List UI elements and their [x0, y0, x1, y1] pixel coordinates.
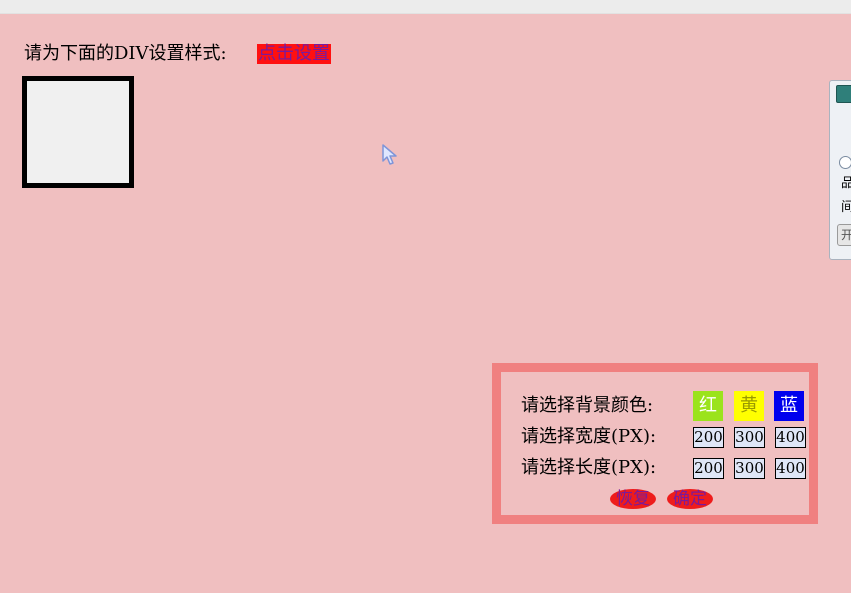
color-yellow-button[interactable]: 黄 [734, 391, 764, 421]
color-blue-button[interactable]: 蓝 [774, 391, 804, 421]
color-red-button[interactable]: 红 [693, 391, 723, 421]
length-400-button[interactable]: 400 [775, 458, 806, 479]
widget-text-2: 间 [841, 200, 851, 215]
length-300-button[interactable]: 300 [734, 458, 765, 479]
widget-text-1: 品 [841, 176, 851, 191]
widget-start-button[interactable]: 开 [837, 224, 851, 246]
instruction-text: 请为下面的DIV设置样式: [24, 43, 227, 64]
mouse-pointer-icon [382, 144, 397, 165]
width-400-button[interactable]: 400 [775, 427, 806, 448]
length-200-button[interactable]: 200 [693, 458, 724, 479]
radio-option[interactable] [839, 156, 851, 169]
browser-top-bar [0, 0, 851, 14]
settings-panel: 请选择背景颜色: 红 黄 蓝 请选择宽度(PX): 200 300 400 请选… [492, 363, 818, 524]
width-200-button[interactable]: 200 [693, 427, 724, 448]
click-to-set-button[interactable]: 点击设置 [257, 44, 331, 64]
confirm-button[interactable]: 确定 [667, 489, 713, 509]
width-label: 请选择宽度(PX): [521, 426, 657, 447]
background-color-label: 请选择背景颜色: [521, 395, 654, 416]
reset-button[interactable]: 恢复 [610, 489, 656, 509]
styled-div-preview [22, 76, 134, 188]
side-popup-widget: 品 间 开 [829, 80, 851, 260]
length-label: 请选择长度(PX): [521, 457, 657, 478]
width-300-button[interactable]: 300 [734, 427, 765, 448]
app-icon [836, 85, 851, 103]
